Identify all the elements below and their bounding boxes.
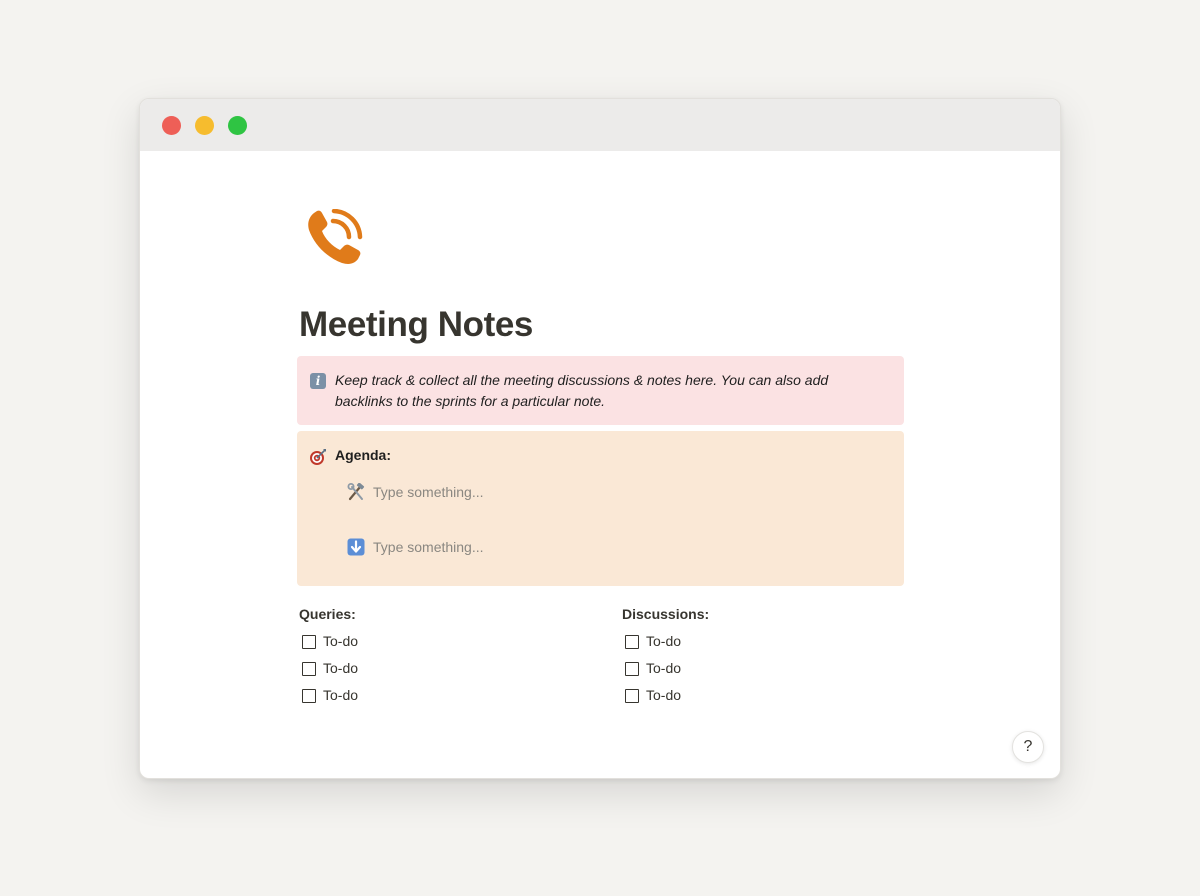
help-button[interactable]: ? xyxy=(1012,731,1044,763)
title-bar xyxy=(140,99,1060,151)
information-icon: i xyxy=(310,373,326,389)
todo-item: To-do xyxy=(622,685,922,712)
todo-item: To-do xyxy=(299,658,599,685)
todo-label[interactable]: To-do xyxy=(646,633,681,649)
todo-checkbox[interactable] xyxy=(625,662,639,676)
telephone-receiver-icon[interactable] xyxy=(306,208,364,267)
hammer-and-wrench-icon xyxy=(347,482,365,501)
minimize-window-button[interactable] xyxy=(195,116,214,135)
todo-checkbox[interactable] xyxy=(302,635,316,649)
maximize-window-button[interactable] xyxy=(228,116,247,135)
todo-checkbox[interactable] xyxy=(625,689,639,703)
queries-heading: Queries: xyxy=(299,606,356,622)
agenda-item[interactable]: Type something... xyxy=(347,537,747,557)
todo-checkbox[interactable] xyxy=(625,635,639,649)
app-window: Meeting Notes i Keep track & collect all… xyxy=(139,98,1061,779)
todo-item: To-do xyxy=(299,685,599,712)
agenda-item-input[interactable]: Type something... xyxy=(373,484,484,500)
queries-column: Queries: To-do To-do To-do xyxy=(299,604,599,712)
discussions-todo-list: To-do To-do To-do xyxy=(622,631,922,712)
todo-checkbox[interactable] xyxy=(302,662,316,676)
todo-label[interactable]: To-do xyxy=(323,687,358,703)
direct-hit-icon xyxy=(309,448,327,466)
todo-item: To-do xyxy=(299,631,599,658)
todo-label[interactable]: To-do xyxy=(646,660,681,676)
todo-item: To-do xyxy=(622,658,922,685)
agenda-callout[interactable]: Agenda: Type something... Type something… xyxy=(297,431,904,586)
info-callout[interactable]: i Keep track & collect all the meeting d… xyxy=(297,356,904,425)
down-arrow-icon xyxy=(347,538,365,556)
info-callout-text[interactable]: Keep track & collect all the meeting dis… xyxy=(335,370,875,412)
queries-todo-list: To-do To-do To-do xyxy=(299,631,599,712)
close-window-button[interactable] xyxy=(162,116,181,135)
discussions-heading: Discussions: xyxy=(622,606,710,622)
todo-label[interactable]: To-do xyxy=(323,660,358,676)
todo-label[interactable]: To-do xyxy=(323,633,358,649)
todo-label[interactable]: To-do xyxy=(646,687,681,703)
page-title[interactable]: Meeting Notes xyxy=(299,305,533,345)
todo-item: To-do xyxy=(622,631,922,658)
agenda-label: Agenda: xyxy=(335,447,391,463)
agenda-item[interactable]: Type something... xyxy=(347,482,747,502)
discussions-column: Discussions: To-do To-do To-do xyxy=(622,604,922,712)
todo-checkbox[interactable] xyxy=(302,689,316,703)
agenda-item-input[interactable]: Type something... xyxy=(373,539,484,555)
